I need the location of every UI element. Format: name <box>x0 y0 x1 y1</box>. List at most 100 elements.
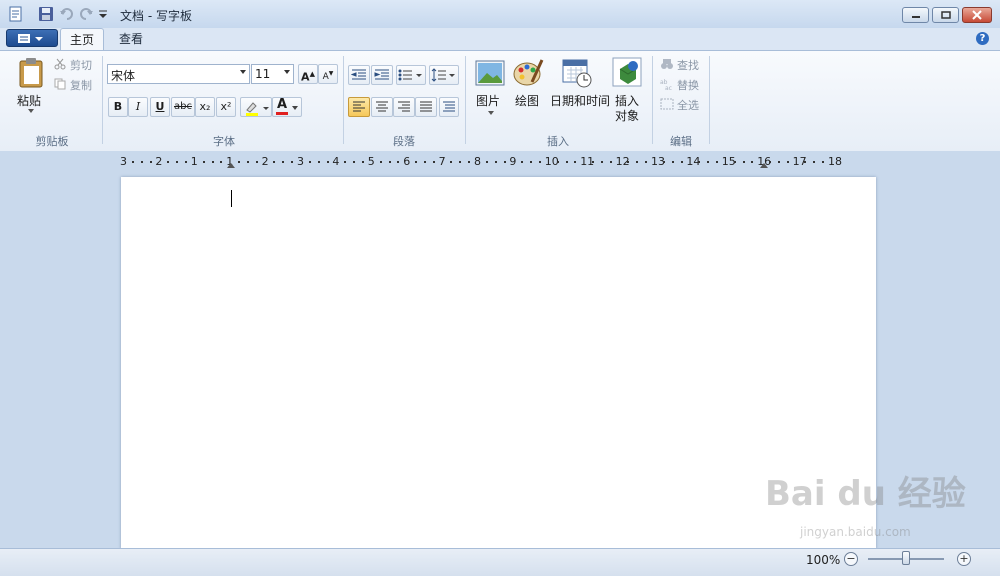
ruler-tick-label: 1 <box>190 155 198 168</box>
paste-icon[interactable] <box>18 57 46 89</box>
ruler-tick-mark <box>662 161 665 163</box>
paragraph-settings-button[interactable] <box>439 97 459 117</box>
baidu-watermark: Bai du 经验 <box>765 474 966 514</box>
help-icon[interactable]: ? <box>976 32 989 45</box>
align-left-button[interactable] <box>348 97 370 117</box>
tab-home[interactable]: 主页 <box>60 28 104 50</box>
undo-icon[interactable] <box>59 6 75 22</box>
decrease-indent-button[interactable] <box>348 65 370 85</box>
shrink-font-button[interactable]: A▼ <box>318 64 338 84</box>
justify-button[interactable] <box>415 97 437 117</box>
align-left-icon <box>353 101 365 112</box>
editing-group-label: 编辑 <box>670 135 692 148</box>
ruler[interactable]: 3 2 1 1 2 3 4 5 6 7 8 9 10 11 12 13 14 15 16 17 18 <box>120 155 876 169</box>
cut-button[interactable]: 剪切 <box>70 57 92 73</box>
ruler-tick-mark <box>282 161 285 163</box>
paragraph-group-label: 段落 <box>393 135 415 148</box>
grow-font-button[interactable]: A▲ <box>298 64 318 84</box>
chevron-down-icon <box>292 106 298 110</box>
redo-icon[interactable] <box>78 6 94 22</box>
bullet-list-button[interactable] <box>396 65 426 85</box>
font-color-button[interactable]: A <box>272 97 302 117</box>
zoom-slider-thumb[interactable] <box>902 551 910 565</box>
document-page[interactable] <box>121 177 876 549</box>
select-all-button[interactable]: 全选 <box>677 97 699 113</box>
close-button[interactable] <box>962 7 992 23</box>
underline-button[interactable]: U <box>150 97 170 117</box>
bold-button[interactable]: B <box>108 97 128 117</box>
wordpad-app-icon[interactable] <box>8 6 24 22</box>
ruler-tick-mark <box>211 161 214 163</box>
ruler-tick-mark <box>813 161 816 163</box>
insert-object-label-line2[interactable]: 对象 <box>615 107 639 124</box>
replace-button[interactable]: 替换 <box>677 77 699 93</box>
picture-icon[interactable] <box>475 59 505 87</box>
customize-toolbar-icon[interactable] <box>97 6 113 22</box>
ruler-tick-mark <box>698 161 701 163</box>
paste-label[interactable]: 粘贴 <box>17 92 41 109</box>
ruler-tick-mark <box>769 161 772 163</box>
ruler-tick-mark <box>468 161 471 163</box>
ruler-tick-mark <box>680 161 683 163</box>
ruler-tick-mark <box>751 161 754 163</box>
ruler-tick-mark <box>530 161 533 163</box>
italic-button[interactable]: I <box>128 97 148 117</box>
insert-object-icon[interactable] <box>612 57 642 87</box>
ruler-tick-mark <box>733 161 736 163</box>
subscript-button[interactable]: x₂ <box>195 97 215 117</box>
date-time-button[interactable]: 日期和时间 <box>550 92 610 109</box>
align-center-button[interactable] <box>371 97 393 117</box>
ruler-tick-mark <box>459 161 462 163</box>
minimize-button[interactable] <box>902 7 929 23</box>
align-right-button[interactable] <box>393 97 415 117</box>
maximize-button[interactable] <box>932 7 959 23</box>
ruler-tick-mark <box>503 161 506 163</box>
zoom-in-button[interactable]: + <box>957 552 971 566</box>
replace-icon: abac <box>660 79 672 90</box>
left-indent-marker[interactable] <box>227 163 235 168</box>
ruler-tick-mark <box>645 161 648 163</box>
ruler-tick-mark <box>273 161 276 163</box>
increase-indent-button[interactable] <box>371 65 393 85</box>
ruler-tick-mark <box>317 161 320 163</box>
ruler-tick-mark <box>432 161 435 163</box>
copy-button[interactable]: 复制 <box>70 77 92 93</box>
find-button[interactable]: 查找 <box>677 57 699 73</box>
ruler-tick-mark <box>494 161 497 163</box>
picture-button[interactable]: 图片 <box>476 92 500 109</box>
ribbon-tab-row <box>0 28 1000 50</box>
group-divider <box>709 56 710 144</box>
ruler-tick-mark <box>521 161 524 163</box>
paint-drawing-button[interactable]: 绘图 <box>515 92 539 109</box>
chevron-down-icon[interactable] <box>488 111 494 115</box>
paint-palette-icon[interactable] <box>512 58 544 88</box>
paste-dropdown-icon[interactable] <box>28 109 34 113</box>
ruler-tick-mark <box>592 161 595 163</box>
ruler-tick-mark <box>353 161 356 163</box>
superscript-button[interactable]: x² <box>216 97 236 117</box>
ruler-tick-mark <box>379 161 382 163</box>
binoculars-icon <box>661 59 673 69</box>
application-menu-button[interactable] <box>6 29 58 47</box>
right-indent-marker[interactable] <box>760 163 768 168</box>
font-family-select[interactable]: 宋体 <box>107 64 250 84</box>
ruler-tick-mark <box>822 161 825 163</box>
strikethrough-button[interactable]: abc <box>171 97 195 117</box>
calendar-clock-icon[interactable] <box>562 58 592 88</box>
save-icon[interactable] <box>38 6 54 22</box>
tab-view[interactable]: 查看 <box>112 28 150 50</box>
ruler-tick-mark <box>627 161 630 163</box>
highlight-color-button[interactable] <box>240 97 272 117</box>
ruler-tick-label: 9 <box>509 155 517 168</box>
font-size-select[interactable]: 11 <box>251 64 294 84</box>
ruler-tick-label: 8 <box>474 155 481 168</box>
zoom-out-button[interactable]: − <box>844 552 858 566</box>
ruler-tick-label: 6 <box>403 155 411 168</box>
ruler-tick-label: 2 <box>261 155 269 168</box>
font-size-value: 11 <box>255 67 271 81</box>
ruler-tick-label: 2 <box>155 155 163 168</box>
ruler-tick-mark <box>220 161 223 163</box>
decrease-indent-icon <box>350 69 366 80</box>
line-spacing-button[interactable] <box>429 65 459 85</box>
text-caret <box>231 190 232 207</box>
